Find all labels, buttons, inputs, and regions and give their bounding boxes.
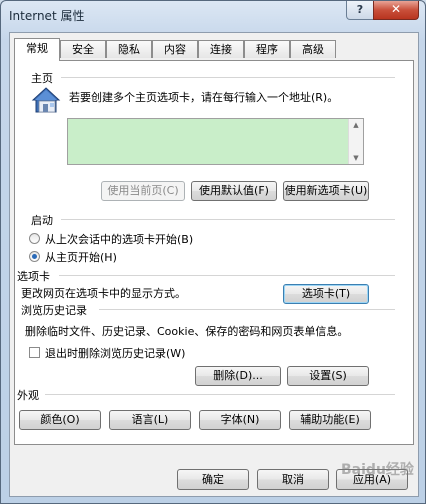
window-title: Internet 属性 <box>9 9 85 23</box>
scroll-up-icon[interactable]: ▲ <box>349 121 363 129</box>
startup-divider <box>61 219 395 220</box>
tab-connections[interactable]: 连接 <box>198 40 244 58</box>
homepage-divider <box>61 77 395 78</box>
startup-last-session-label[interactable]: 从上次会话中的选项卡开始(B) <box>45 231 193 247</box>
startup-home-radio[interactable] <box>29 251 40 262</box>
tab-general[interactable]: 常规 <box>14 38 60 61</box>
homepage-section-label: 主页 <box>31 72 53 85</box>
general-tab-panel: 主页 若要创建多个主页选项卡，请在每行输入一个地址(R)。 ▲ ▼ 使用当前页(… <box>14 60 414 445</box>
delete-on-exit-label[interactable]: 退出时删除浏览历史记录(W) <box>45 345 185 361</box>
accessibility-button[interactable]: 辅助功能(E) <box>289 410 371 430</box>
tab-programs[interactable]: 程序 <box>244 40 290 58</box>
history-divider <box>99 309 395 310</box>
title-bar[interactable]: Internet 属性 ? ✕ <box>1 1 425 29</box>
help-button[interactable]: ? <box>346 1 374 20</box>
tabs-settings-button[interactable]: 选项卡(T) <box>283 284 369 304</box>
startup-last-session-radio[interactable] <box>29 233 40 244</box>
startup-section-label: 启动 <box>31 214 53 227</box>
close-button[interactable]: ✕ <box>373 1 419 20</box>
appearance-divider <box>45 394 395 395</box>
scroll-down-icon[interactable]: ▼ <box>349 154 363 162</box>
tab-advanced[interactable]: 高级 <box>290 40 336 58</box>
colors-button[interactable]: 颜色(O) <box>19 410 101 430</box>
fonts-button[interactable]: 字体(N) <box>199 410 281 430</box>
cancel-button[interactable]: 取消 <box>257 469 329 490</box>
homepage-address-input[interactable]: ▲ ▼ <box>67 118 364 165</box>
tab-content[interactable]: 内容 <box>152 40 198 58</box>
ok-button[interactable]: 确定 <box>177 469 249 490</box>
use-current-button[interactable]: 使用当前页(C) <box>101 181 185 201</box>
homepage-scrollbar[interactable]: ▲ ▼ <box>348 119 363 164</box>
history-settings-button[interactable]: 设置(S) <box>287 366 369 386</box>
tab-privacy[interactable]: 隐私 <box>106 40 152 58</box>
tabs-divider <box>59 275 395 276</box>
delete-history-button[interactable]: 删除(D)... <box>195 366 281 386</box>
internet-properties-window: Internet 属性 ? ✕ 常规 安全 隐私 内容 连接 程序 高级 主页 <box>0 0 426 504</box>
dialog-body: 常规 安全 隐私 内容 连接 程序 高级 主页 若要创建多个主页选项卡，请在每行… <box>9 32 419 497</box>
delete-on-exit-checkbox[interactable] <box>29 347 40 358</box>
history-description: 删除临时文件、历史记录、Cookie、保存的密码和网页表单信息。 <box>25 325 349 338</box>
languages-button[interactable]: 语言(L) <box>109 410 191 430</box>
homepage-description: 若要创建多个主页选项卡，请在每行输入一个地址(R)。 <box>69 91 339 104</box>
startup-home-label[interactable]: 从主页开始(H) <box>45 249 117 265</box>
use-new-tab-button[interactable]: 使用新选项卡(U) <box>283 181 369 201</box>
watermark: Baidu经验 <box>341 462 414 478</box>
use-default-button[interactable]: 使用默认值(F) <box>191 181 277 201</box>
history-section-label: 浏览历史记录 <box>21 304 87 317</box>
appearance-section-label: 外观 <box>17 389 39 402</box>
tabs-description: 更改网页在选项卡中的显示方式。 <box>21 287 186 300</box>
tabs-section-label: 选项卡 <box>17 270 50 283</box>
home-icon <box>31 87 61 113</box>
tab-security[interactable]: 安全 <box>60 40 106 58</box>
